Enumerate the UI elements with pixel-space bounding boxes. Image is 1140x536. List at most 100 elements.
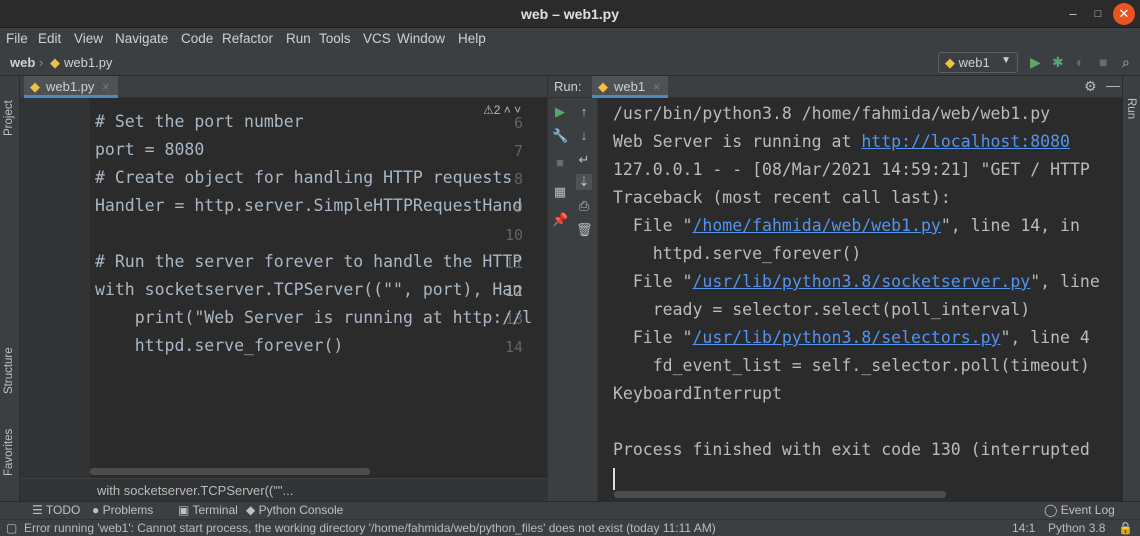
code-line-current[interactable]: with socketserver.TCPServer(("", port), … [95,280,522,299]
console-text: ", line [1030,272,1100,291]
layout-icon[interactable]: ▦ [552,184,568,200]
minimize-button[interactable]: – [1062,3,1084,25]
editor-horizontal-scrollbar[interactable] [90,468,370,475]
bottom-tool-bar: ☰ TODO ● Problems ▣ Terminal ◆ Python Co… [0,501,1140,519]
arrow-down-icon[interactable]: ↓ [576,128,592,144]
debug-icon[interactable]: ✱ [1052,54,1064,71]
soft-wrap-icon[interactable]: ↵ [576,152,592,168]
favorites-tool-button[interactable]: Favorites [3,429,15,476]
menu-run[interactable]: Run [286,31,311,46]
code-line[interactable]: # Set the port number [95,112,304,131]
wrench-icon[interactable]: 🔧 [552,128,568,144]
title-bar: web – web1.py – □ ✕ [0,0,1140,28]
run-tab-web1[interactable]: ◆ web1 × [592,76,669,98]
caret-position[interactable]: 14:1 [1012,521,1035,535]
run-icon[interactable]: ▶ [1030,54,1041,71]
menu-bar: File Edit View Navigate Code Refactor Ru… [0,28,1140,50]
python-interpreter[interactable]: Python 3.8 [1048,521,1105,535]
menu-help[interactable]: Help [458,31,486,46]
console-line-error: 127.0.0.1 - - [08/Mar/2021 14:59:21] "GE… [613,160,1090,179]
python-console-label: Python Console [258,503,344,517]
todo-tool-button[interactable]: ☰ TODO [32,503,80,517]
problems-icon: ● [92,503,103,517]
python-icon: ◆ [945,55,955,70]
code-line[interactable]: # Run the server forever to handle the H… [95,252,522,271]
terminal-icon: ▣ [178,503,193,517]
menu-code[interactable]: Code [181,31,213,46]
run-configuration-select[interactable]: ◆ web1 ▼ [938,52,1018,73]
pin-icon[interactable]: 📌 [552,212,568,228]
console-link[interactable]: /usr/lib/python3.8/socketserver.py [692,272,1030,291]
console-line-error: File "/usr/lib/python3.8/selectors.py", … [613,328,1090,347]
arrow-up-icon[interactable]: ↑ [576,104,592,120]
event-log-tool-button[interactable]: ◯ Event Log [1044,503,1115,517]
menu-tools[interactable]: Tools [319,31,351,46]
python-icon: ◆ [598,79,608,94]
rerun-icon[interactable]: ▶ [552,104,568,120]
project-tool-button[interactable]: Project [3,100,15,136]
console-line-error: Traceback (most recent call last): [613,188,951,207]
coverage-icon[interactable]: ◐ [1076,54,1084,70]
close-button[interactable]: ✕ [1113,3,1135,25]
maximize-button[interactable]: □ [1087,3,1109,25]
structure-tool-button[interactable]: Structure [3,347,15,394]
console-horizontal-scrollbar[interactable] [614,491,946,498]
terminal-label: Terminal [192,503,238,517]
run-tool-window: Run: ◆ web1 × ⚙ — ▶ 🔧 ■ ▦ 📌 ↑ ↓ ↵ ⇣ ⎙ 🗑 … [547,76,1123,501]
code-editor: ◆ web1.py × ⚠2 ˄ ˅ 6 7 8 9 10 11 12 13 1… [20,76,547,501]
code-line[interactable]: # Create object for handling HTTP reques… [95,168,512,187]
menu-navigate[interactable]: Navigate [115,31,168,46]
editor-tab-bar: ◆ web1.py × [20,76,547,98]
code-line[interactable]: Handler = http.server.SimpleHTTPRequestH… [95,196,522,215]
menu-file[interactable]: File [6,31,28,46]
menu-window[interactable]: Window [397,31,445,46]
console-caret[interactable] [613,468,615,490]
search-icon[interactable]: ⌕ [1122,54,1130,71]
console-link[interactable]: /home/fahmida/web/web1.py [692,216,940,235]
right-tool-stripe: Run [1122,76,1140,501]
python-file-icon: ◆ [30,79,40,94]
status-message-icon[interactable]: ▢ [6,521,17,535]
console-line-error: ready = selector.select(poll_interval) [613,300,1031,319]
gear-icon[interactable]: ⚙ [1084,78,1097,95]
status-message[interactable]: Error running 'web1': Cannot start proce… [24,521,716,535]
scroll-to-end-icon[interactable]: ⇣ [576,174,592,190]
console-link[interactable]: http://localhost:8080 [861,132,1070,151]
stop-icon[interactable]: ■ [1099,54,1107,70]
problems-tool-button[interactable]: ● Problems [92,503,153,517]
console-text: File " [613,328,693,347]
code-line[interactable]: print("Web Server is running at http://l [95,308,532,327]
run-configuration-label: web1 [958,55,990,70]
terminal-tool-button[interactable]: ▣ Terminal [178,503,238,517]
run-tool-button[interactable]: Run [1125,98,1137,119]
line-number: 6 [513,114,523,132]
print-icon[interactable]: ⎙ [576,198,592,214]
console-line-error: fd_event_list = self._selector.poll(time… [613,356,1090,375]
python-console-icon: ◆ [246,503,259,517]
console-text: ", line 4 [1000,328,1090,347]
console-text: Web Server is running at [613,132,862,151]
run-tab-label: web1 [614,79,646,94]
structure-tool-label: Structure [3,347,15,394]
code-line[interactable]: httpd.serve_forever() [95,336,344,355]
menu-view[interactable]: View [74,31,103,46]
hide-panel-icon[interactable]: — [1106,77,1120,93]
chevron-right-icon: › [39,55,44,70]
breadcrumb-project[interactable]: web [10,55,35,70]
close-tab-icon[interactable]: × [102,79,110,94]
breadcrumb-file[interactable]: web1.py [64,55,112,70]
stop-icon[interactable]: ■ [552,155,568,171]
trash-icon[interactable]: 🗑 [576,222,593,238]
code-line[interactable]: port = 8080 [95,140,204,159]
menu-refactor[interactable]: Refactor [222,31,273,46]
line-number: 10 [504,226,523,244]
menu-vcs[interactable]: VCS [363,31,391,46]
code-breadcrumb[interactable]: with socketserver.TCPServer((""... [20,478,547,501]
python-console-tool-button[interactable]: ◆ Python Console [246,503,343,517]
close-tab-icon[interactable]: × [653,79,661,94]
left-tool-stripe: Project Structure Favorites [0,76,20,501]
menu-edit[interactable]: Edit [38,31,61,46]
lock-icon[interactable]: 🔒 [1118,521,1133,535]
editor-tab-web1[interactable]: ◆ web1.py × [24,76,118,98]
console-link[interactable]: /usr/lib/python3.8/selectors.py [692,328,1000,347]
